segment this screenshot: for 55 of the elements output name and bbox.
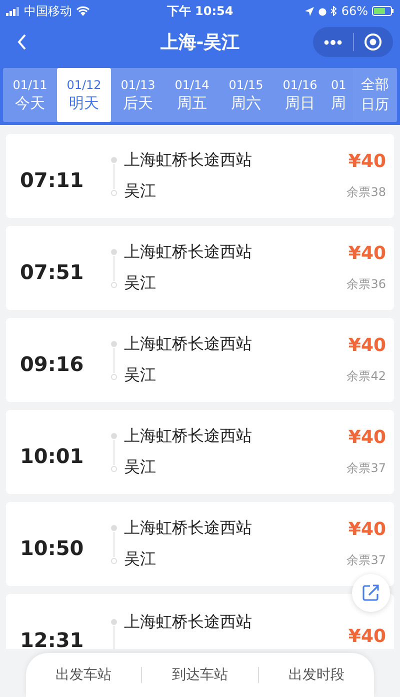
departure-time: 07:51 [19, 259, 85, 284]
ticket-price: ¥40 [348, 151, 386, 172]
tickets-remaining: 余票37 [346, 460, 386, 477]
trip-card[interactable]: 10:01 上海虹桥长途西站 吴江 ¥40 余票37 [6, 410, 394, 494]
ticket-price: ¥40 [348, 335, 386, 356]
destination-station: 吴江 [124, 457, 157, 478]
clock-time: 下午 10:54 [166, 2, 234, 20]
battery-icon [372, 6, 394, 16]
trip-card[interactable]: 07:51 上海虹桥长途西站 吴江 ¥40 余票36 [6, 226, 394, 310]
share-icon [362, 584, 380, 602]
departure-time: 12:31 [19, 627, 85, 652]
tickets-remaining: 余票36 [346, 276, 386, 293]
route-line-icon [110, 340, 118, 382]
filter-button[interactable]: 到达车站 [142, 660, 258, 690]
page-title: 上海-吴江 [159, 31, 241, 54]
route-line-icon [110, 248, 118, 290]
origin-station: 上海虹桥长途西站 [124, 242, 252, 263]
trip-card[interactable]: 07:11 上海虹桥长途西站 吴江 ¥40 余票38 [6, 134, 394, 218]
route-line-icon [110, 524, 118, 566]
trip-card[interactable]: 10:50 上海虹桥长途西站 吴江 ¥40 余票37 [6, 502, 394, 586]
departure-time: 10:50 [19, 535, 85, 560]
route-line-icon [110, 432, 118, 474]
signal-icon [6, 6, 20, 16]
wifi-icon [76, 6, 90, 16]
tickets-remaining: 余票37 [346, 552, 386, 569]
origin-station: 上海虹桥长途西站 [124, 334, 252, 355]
departure-time: 10:01 [19, 443, 85, 468]
more-icon [324, 40, 342, 44]
trip-card[interactable]: 09:16 上海虹桥长途西站 吴江 ¥40 余票42 [6, 318, 394, 402]
bluetooth-icon [331, 6, 338, 16]
carrier-name: 中国移动 [24, 2, 72, 20]
battery-percent: 66% [341, 4, 368, 18]
destination-station: 吴江 [124, 549, 157, 570]
tickets-remaining: 余票42 [346, 368, 386, 385]
destination-station: 吴江 [124, 273, 157, 294]
target-icon [364, 33, 382, 51]
date-tab[interactable]: 01/12 明天 [57, 68, 111, 122]
destination-station: 吴江 [124, 365, 157, 386]
ticket-price: ¥40 [348, 427, 386, 448]
back-icon [17, 34, 27, 50]
location-icon [305, 6, 314, 16]
ticket-price: ¥40 [348, 243, 386, 264]
route-line-icon [110, 156, 118, 198]
origin-station: 上海虹桥长途西站 [124, 612, 252, 633]
origin-station: 上海虹桥长途西站 [124, 426, 252, 447]
origin-station: 上海虹桥长途西站 [124, 518, 252, 539]
filter-button[interactable]: 出发车站 [26, 660, 142, 690]
destination-station: 吴江 [124, 181, 157, 202]
ticket-price: ¥40 [348, 626, 386, 646]
departure-time: 07:11 [19, 167, 85, 192]
departure-time: 09:16 [19, 351, 85, 376]
ticket-price: ¥40 [348, 519, 386, 540]
filter-button[interactable]: 出发时段 [258, 660, 374, 690]
origin-station: 上海虹桥长途西站 [124, 150, 252, 171]
tickets-remaining: 余票38 [346, 184, 386, 201]
